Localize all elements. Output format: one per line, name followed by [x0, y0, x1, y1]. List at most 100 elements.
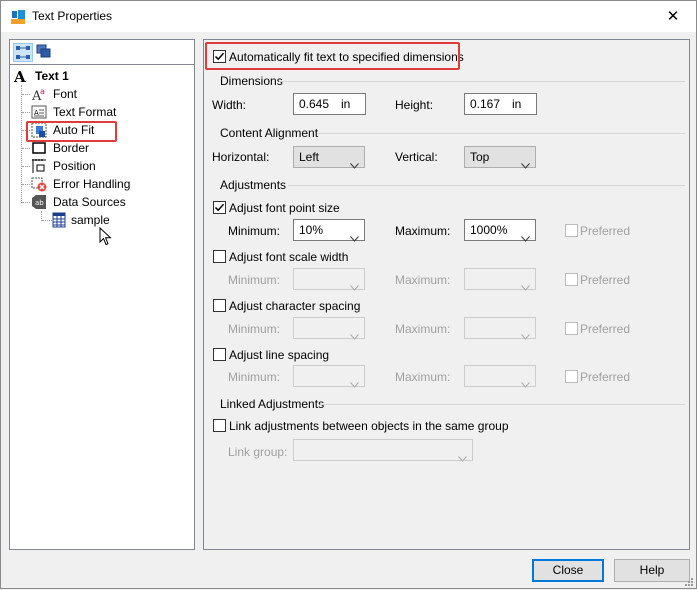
text-a-icon: A — [13, 68, 29, 86]
link-group-label: Link group: — [228, 445, 288, 459]
tree-item-label: Text Format — [53, 105, 117, 119]
linked-adjustments-group-label: Linked Adjustments — [220, 397, 325, 411]
tree-item-sample[interactable]: sample — [51, 211, 181, 229]
title-bar: Text Properties ✕ — [1, 1, 696, 32]
tree-toolbar — [9, 39, 195, 65]
line-spacing-minimum-label: Minimum: — [228, 370, 281, 384]
adjust-line-spacing-label[interactable]: Adjust line spacing — [229, 348, 329, 362]
chevron-down-icon — [350, 326, 359, 340]
chevron-down-icon — [521, 277, 530, 291]
line-spacing-maximum-select[interactable] — [464, 365, 536, 388]
close-window-icon[interactable]: ✕ — [650, 1, 696, 32]
tree-connector — [22, 184, 30, 185]
adjust-font-point-size-checkbox[interactable] — [213, 201, 226, 214]
mouse-cursor-icon — [99, 226, 113, 247]
font-point-minimum-value: 10% — [299, 223, 324, 237]
tree-item-label: Font — [53, 87, 78, 101]
tree-connector — [22, 148, 30, 149]
font-icon: Aa — [31, 86, 47, 104]
chevron-down-icon — [350, 155, 359, 169]
font-point-maximum-value: 1000% — [470, 223, 508, 237]
content-alignment-group-label: Content Alignment — [220, 126, 319, 140]
link-adjustments-checkbox[interactable] — [213, 419, 226, 432]
line-spacing-preferred-checkbox[interactable] — [565, 370, 578, 383]
data-sources-icon: ab — [31, 194, 47, 210]
horizontal-label: Horizontal: — [212, 150, 270, 164]
width-unit: in — [341, 97, 351, 111]
app-icon — [10, 9, 26, 25]
font-scale-preferred-label: Preferred — [580, 273, 631, 287]
layers-icon[interactable] — [35, 43, 55, 62]
tree-item-text-format[interactable]: A Text Format — [31, 103, 181, 121]
tree-connector — [22, 166, 30, 167]
height-input[interactable]: 0.167 in — [464, 93, 537, 115]
group-separator — [320, 404, 685, 405]
char-spacing-preferred-checkbox[interactable] — [565, 322, 578, 335]
text-properties-dialog: Text Properties ✕ A Text 1 A a Font A Te… — [0, 0, 697, 589]
font-scale-maximum-select[interactable] — [464, 268, 536, 291]
link-group-select[interactable] — [293, 439, 473, 462]
font-point-minimum-select[interactable]: 10% — [293, 219, 365, 242]
adjust-font-scale-width-checkbox[interactable] — [213, 250, 226, 263]
auto-fit-panel: Automatically fit text to specified dime… — [203, 39, 690, 550]
close-button[interactable]: Close — [532, 559, 604, 582]
tree-item-error-handling[interactable]: Error Handling — [31, 175, 181, 193]
char-spacing-maximum-select[interactable] — [464, 317, 536, 340]
tree-item-font[interactable]: Aa Font — [31, 85, 181, 104]
group-separator — [279, 81, 685, 82]
chevron-down-icon — [350, 228, 359, 242]
adjust-font-scale-width-label[interactable]: Adjust font scale width — [229, 250, 348, 264]
tree-connector — [22, 112, 30, 113]
font-point-maximum-select[interactable]: 1000% — [464, 219, 536, 242]
tree-item-data-sources[interactable]: ab Data Sources — [31, 193, 181, 211]
font-scale-minimum-select[interactable] — [293, 268, 365, 291]
chevron-down-icon — [521, 326, 530, 340]
width-label: Width: — [212, 98, 247, 112]
line-spacing-maximum-label: Maximum: — [395, 370, 451, 384]
adjust-character-spacing-label[interactable]: Adjust character spacing — [229, 299, 360, 313]
vertical-label: Vertical: — [395, 150, 438, 164]
height-value: 0.167 — [470, 97, 501, 111]
line-spacing-preferred-label: Preferred — [580, 370, 631, 384]
database-icon — [51, 212, 67, 228]
width-input[interactable]: 0.645 in — [293, 93, 366, 115]
font-scale-minimum-label: Minimum: — [228, 273, 281, 287]
line-spacing-minimum-select[interactable] — [293, 365, 365, 388]
text-format-icon: A — [31, 104, 47, 120]
tree-view-icon[interactable] — [13, 43, 33, 62]
chevron-down-icon — [521, 155, 530, 169]
chevron-down-icon — [521, 228, 530, 242]
group-separator — [317, 133, 685, 134]
svg-text:ab: ab — [35, 199, 44, 207]
char-spacing-minimum-select[interactable] — [293, 317, 365, 340]
error-handling-icon — [31, 176, 47, 192]
adjust-font-point-size-label[interactable]: Adjust font point size — [229, 201, 340, 215]
link-adjustments-label[interactable]: Link adjustments between objects in the … — [229, 419, 509, 433]
horizontal-select[interactable]: Left — [293, 146, 365, 169]
highlight-box-auto-fit — [26, 121, 117, 142]
vertical-value: Top — [470, 150, 490, 164]
chevron-down-icon — [458, 448, 467, 462]
font-point-preferred-label: Preferred — [580, 224, 631, 238]
group-separator — [288, 185, 685, 186]
adjust-character-spacing-checkbox[interactable] — [213, 299, 226, 312]
dimensions-group-label: Dimensions — [220, 74, 283, 88]
font-scale-preferred-checkbox[interactable] — [565, 273, 578, 286]
height-label: Height: — [395, 98, 434, 112]
tree-item-position[interactable]: Position — [31, 157, 181, 175]
resize-grip-icon[interactable] — [684, 576, 694, 586]
vertical-select[interactable]: Top — [464, 146, 536, 169]
tree-root-text-1[interactable]: A Text 1 — [13, 67, 183, 86]
position-icon — [31, 158, 47, 174]
adjustments-group-label: Adjustments — [220, 178, 287, 192]
highlight-box-auto-fit-checkbox — [205, 42, 460, 70]
font-point-preferred-checkbox[interactable] — [565, 224, 578, 237]
border-icon — [31, 140, 47, 156]
svg-text:A: A — [13, 68, 26, 84]
window-title: Text Properties — [32, 9, 113, 23]
adjust-line-spacing-checkbox[interactable] — [213, 348, 226, 361]
chevron-down-icon — [350, 374, 359, 388]
help-button[interactable]: Help — [614, 559, 690, 582]
char-spacing-minimum-label: Minimum: — [228, 322, 281, 336]
char-spacing-maximum-label: Maximum: — [395, 322, 451, 336]
